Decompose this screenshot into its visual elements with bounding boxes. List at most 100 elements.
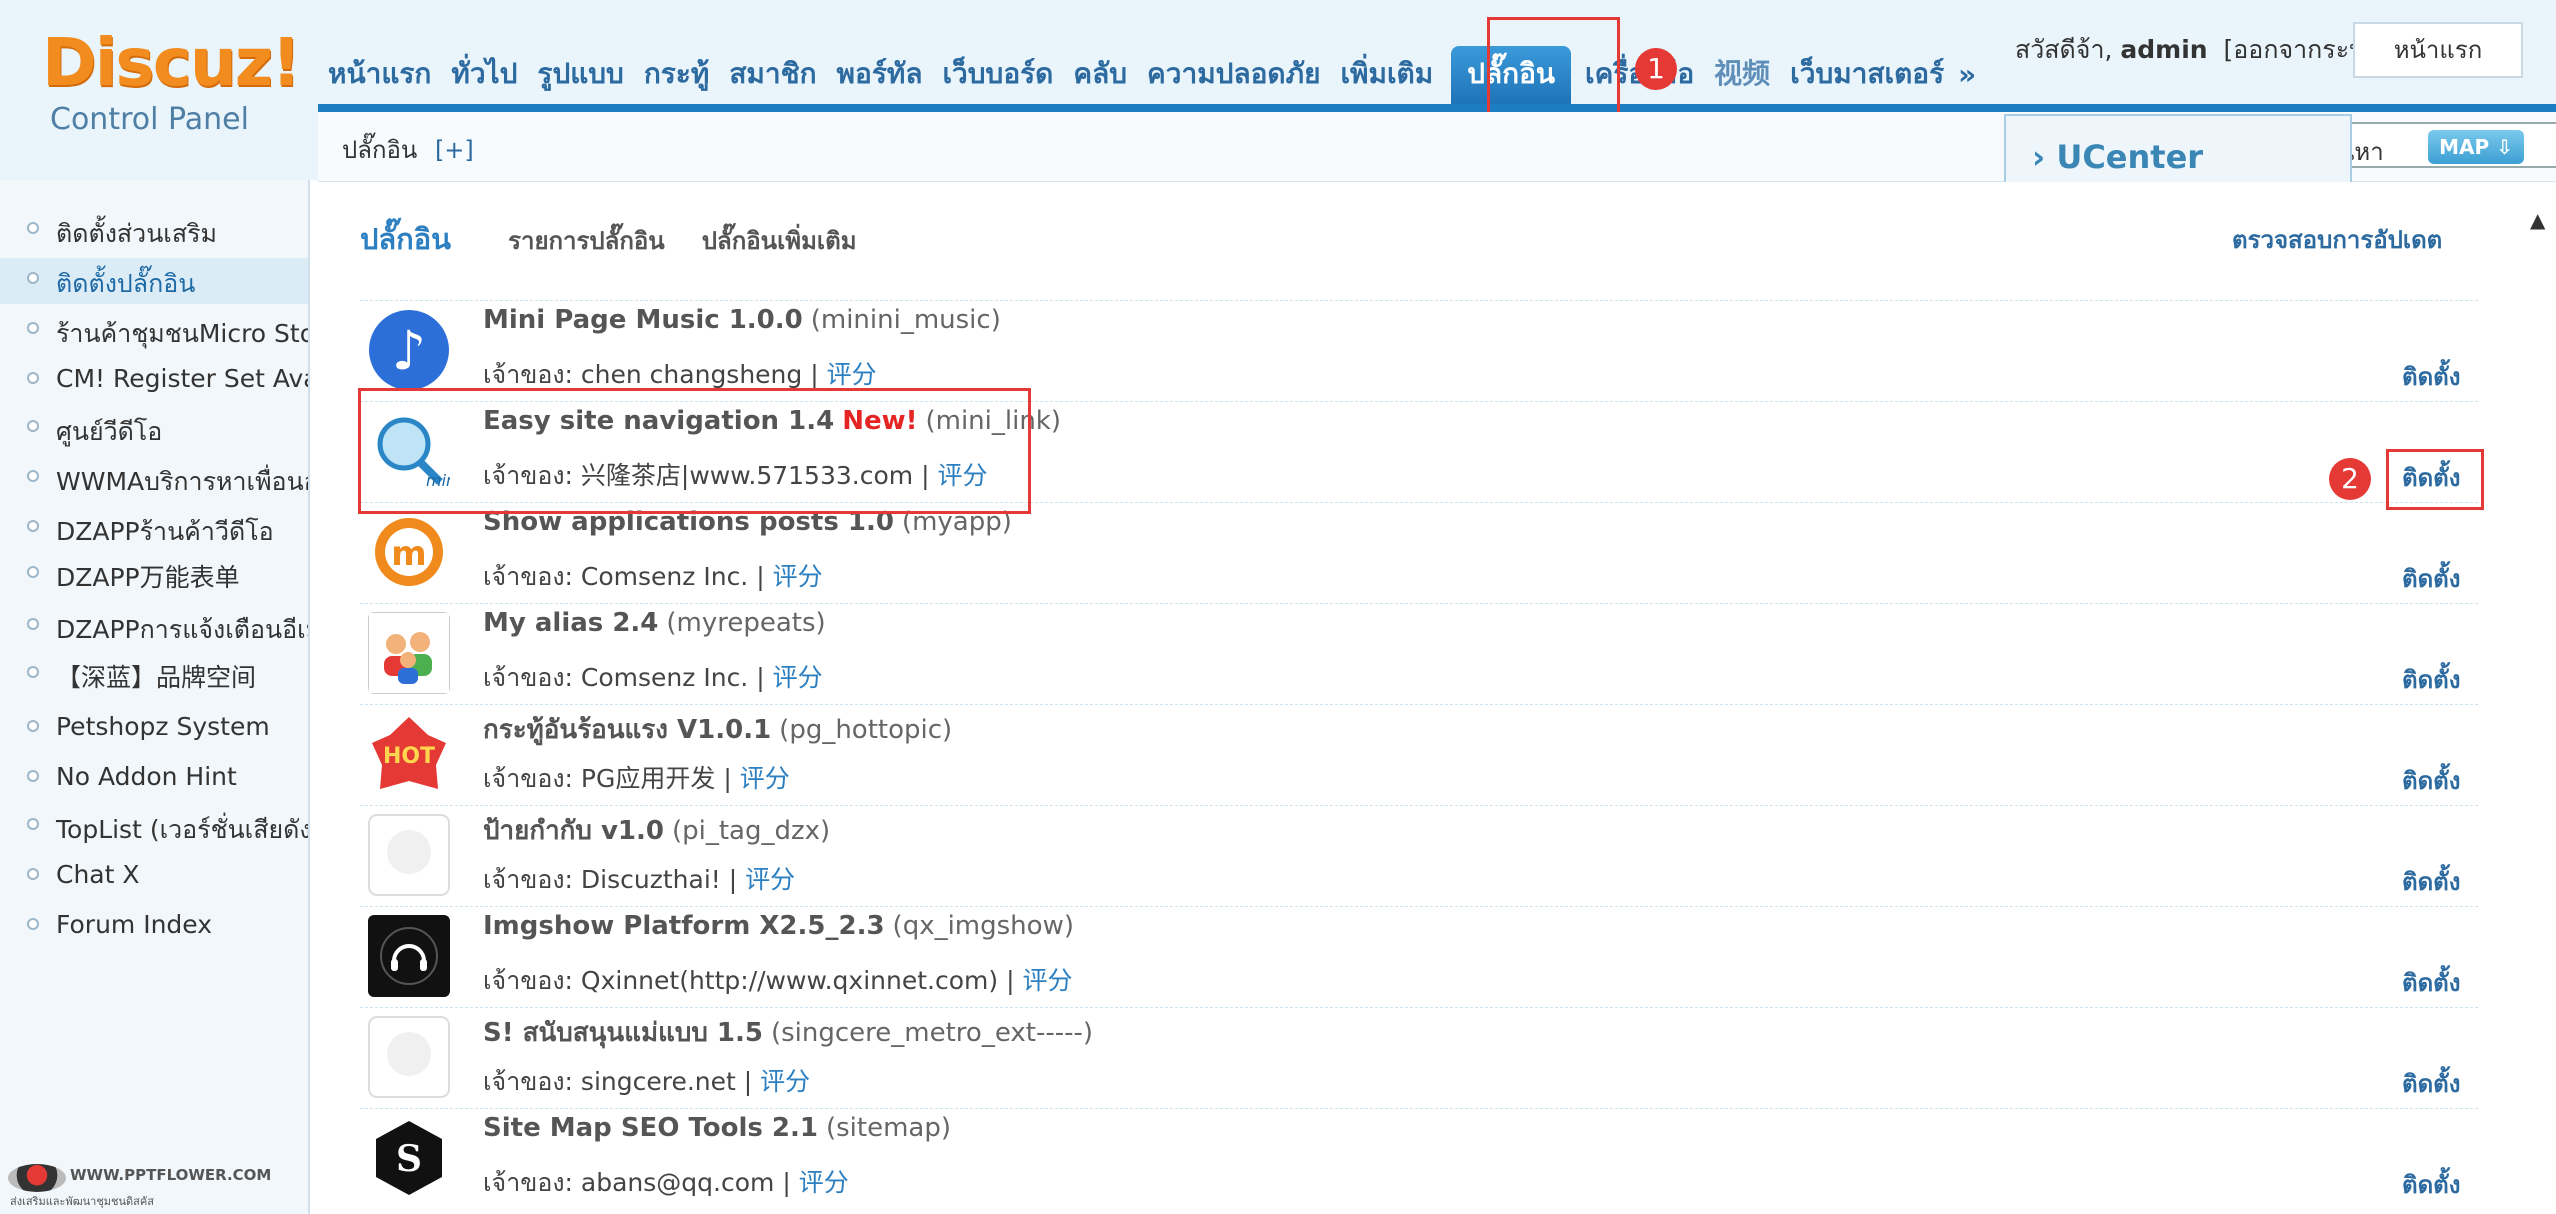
- breadcrumb-add-button[interactable]: [+]: [435, 136, 474, 164]
- nav-forum[interactable]: เว็บบอร์ด: [936, 46, 1059, 102]
- bullet-icon: [27, 618, 39, 630]
- tab-more-plugins[interactable]: ปลั๊กอินเพิ่มเติม: [702, 227, 857, 255]
- rate-link[interactable]: 评分: [760, 1067, 810, 1096]
- map-button-label: MAP: [2439, 135, 2490, 159]
- nav-general[interactable]: ทั่วไป: [445, 46, 523, 102]
- sidebar-item-label: ศูนย์วีดีโอ: [56, 417, 163, 446]
- author-prefix: เจ้าของ:: [483, 1168, 573, 1197]
- plugin-title: กระทู้อันร้อนแรง V1.0.1: [483, 715, 772, 745]
- nav-threads[interactable]: กระทู้: [638, 46, 716, 102]
- sidebar-item-install-plugin[interactable]: ติดตั้งปลั๊กอิน: [0, 258, 308, 304]
- rate-link[interactable]: 评分: [827, 360, 877, 389]
- home-button[interactable]: หน้าแรก: [2353, 22, 2523, 78]
- bullet-icon: [27, 372, 39, 384]
- nav-webmaster[interactable]: เว็บมาสเตอร์: [1784, 46, 1950, 102]
- nav-extended[interactable]: เพิ่มเติม: [1334, 46, 1439, 102]
- sidebar-item-register-avatar[interactable]: CM! Register Set Avatar: [0, 358, 308, 404]
- username: admin: [2120, 35, 2208, 64]
- plugin-name: Mini Page Music 1.0.0 (minini_music): [483, 305, 1001, 335]
- sidebar-item-dzapp-email[interactable]: DZAPPการแจ้งเตือนอีเมล: [0, 604, 308, 650]
- bullet-icon: [27, 222, 39, 234]
- nav-members[interactable]: สมาชิก: [723, 46, 822, 102]
- sidebar-item-forum-index[interactable]: Forum Index: [0, 904, 308, 950]
- users-icon: [368, 612, 450, 694]
- highlight-easy-site-navigation: [358, 388, 1031, 514]
- bullet-icon: [27, 322, 39, 334]
- sidebar-item-label: DZAPPการแจ้งเตือนอีเมล: [56, 615, 308, 644]
- plugin-author: เจ้าของ: Discuzthai! | 评分: [483, 865, 796, 894]
- bullet-icon: [27, 770, 39, 782]
- tab-plugin-list[interactable]: รายการปลั๊กอิน: [508, 227, 665, 255]
- sidebar-item-chat-x[interactable]: Chat X: [0, 854, 308, 900]
- check-update-link[interactable]: ตรวจสอบการอัปเดต: [2232, 220, 2442, 259]
- author-name: Qxinnet(http://www.qxinnet.com): [580, 966, 999, 995]
- install-button[interactable]: ติดตั้ง: [2402, 761, 2460, 800]
- install-button[interactable]: ติดตั้ง: [2402, 357, 2460, 396]
- tab-plugins[interactable]: ปลั๊กอิน: [360, 222, 451, 256]
- install-button[interactable]: ติดตั้ง: [2402, 963, 2460, 1002]
- s-hexagon-icon: S: [368, 1117, 450, 1199]
- nav-club[interactable]: คลับ: [1067, 46, 1133, 102]
- blank-placeholder-icon: [368, 1016, 450, 1098]
- plugin-name: My alias 2.4 (myrepeats): [483, 608, 826, 638]
- plugin-identifier: (myrepeats): [666, 608, 826, 638]
- bullet-icon: [27, 272, 39, 284]
- sidebar-item-label: ติดตั้งส่วนเสริม: [56, 219, 218, 248]
- breadcrumb: ปลั๊กอิน [+]: [342, 130, 474, 169]
- nav-style[interactable]: รูปแบบ: [531, 46, 629, 102]
- author-prefix: เจ้าของ:: [483, 966, 573, 995]
- install-button[interactable]: ติดตั้ง: [2402, 862, 2460, 901]
- user-bar: สวัสดีจ้า, admin [ออกจากระบบ]: [2015, 30, 2391, 70]
- plugin-title: S! สนับสนุนแม่แบบ 1.5: [483, 1018, 763, 1048]
- nav-more-icon[interactable]: »: [1958, 58, 1976, 91]
- nav-home[interactable]: หน้าแรก: [322, 46, 437, 102]
- sidebar-item-dzapp-form[interactable]: DZAPP万能表单: [0, 552, 308, 598]
- author-prefix: เจ้าของ:: [483, 360, 573, 389]
- nav-portal[interactable]: พอร์ทัล: [831, 46, 929, 102]
- ucenter-link[interactable]: › UCenter: [2032, 138, 2203, 176]
- plugin-tabs: ปลั๊กอิน รายการปลั๊กอิน ปลั๊กอินเพิ่มเติ…: [360, 216, 889, 256]
- author-prefix: เจ้าของ:: [483, 663, 573, 692]
- sidebar-item-wwma[interactable]: WWMAบริการหาเพื่อนออนไลน์: [0, 456, 308, 502]
- author-prefix: เจ้าของ:: [483, 764, 573, 793]
- nav-security[interactable]: ความปลอดภัย: [1141, 46, 1326, 102]
- map-button[interactable]: MAP ⇩: [2428, 130, 2524, 164]
- blank-placeholder-icon: [368, 814, 450, 896]
- nav-video[interactable]: 视频: [1708, 46, 1776, 102]
- sidebar-item-dzapp-video-shop[interactable]: DZAPPร้านค้าวีดีโอ: [0, 506, 308, 552]
- logo-primary: Discuz!: [42, 24, 301, 101]
- headphones-icon: [368, 915, 450, 997]
- bullet-icon: [27, 520, 39, 532]
- sidebar-item-install-addon[interactable]: ติดตั้งส่วนเสริม: [0, 208, 308, 254]
- discuz-logo[interactable]: Discuz! Control Panel: [30, 20, 301, 150]
- scroll-up-arrow-icon[interactable]: ▲: [2530, 208, 2545, 232]
- rate-link[interactable]: 评分: [740, 764, 790, 793]
- watermark-url: WWW.PPTFLOWER.COM: [70, 1166, 272, 1184]
- logo-secondary: Control Panel: [50, 102, 249, 137]
- plugin-row: m Show applications posts 1.0 (myapp) เจ้…: [360, 502, 2478, 603]
- plugin-name: S! สนับสนุนแม่แบบ 1.5 (singcere_metro_ext…: [483, 1012, 1093, 1053]
- plugin-identifier: (singcere_metro_ext-----): [770, 1018, 1094, 1048]
- author-name: chen changsheng: [580, 360, 803, 389]
- rate-link[interactable]: 评分: [799, 1168, 849, 1197]
- sidebar-item-video-center[interactable]: ศูนย์วีดีโอ: [0, 406, 308, 452]
- rate-link[interactable]: 评分: [773, 663, 823, 692]
- svg-text:HOT: HOT: [383, 744, 435, 769]
- plugin-name: กระทู้อันร้อนแรง V1.0.1 (pg_hottopic): [483, 709, 952, 750]
- sidebar-item-no-addon-hint[interactable]: No Addon Hint: [0, 756, 308, 802]
- sidebar-item-micro-store[interactable]: ร้านค้าชุมชนMicro Store: [0, 308, 308, 354]
- rate-link[interactable]: 评分: [745, 865, 795, 894]
- install-button[interactable]: ติดตั้ง: [2402, 660, 2460, 699]
- sidebar-item-toplist[interactable]: TopList (เวอร์ชั่นเสียดัง): [0, 804, 308, 850]
- rate-link[interactable]: 评分: [1022, 966, 1072, 995]
- sidebar-item-petshopz[interactable]: Petshopz System: [0, 706, 308, 752]
- install-button[interactable]: ติดตั้ง: [2402, 1165, 2460, 1204]
- plugin-author: เจ้าของ: PG应用开发 | 评分: [483, 764, 790, 793]
- plugin-title: Imgshow Platform X2.5_2.3: [483, 911, 885, 941]
- plugin-row: Imgshow Platform X2.5_2.3 (qx_imgshow) เจ…: [360, 906, 2478, 1007]
- sidebar-item-label: DZAPP万能表单: [56, 563, 240, 592]
- install-button[interactable]: ติดตั้ง: [2402, 559, 2460, 598]
- rate-link[interactable]: 评分: [773, 562, 823, 591]
- install-button[interactable]: ติดตั้ง: [2402, 1064, 2460, 1103]
- sidebar-item-brand-space[interactable]: 【深蓝】品牌空间: [0, 652, 308, 698]
